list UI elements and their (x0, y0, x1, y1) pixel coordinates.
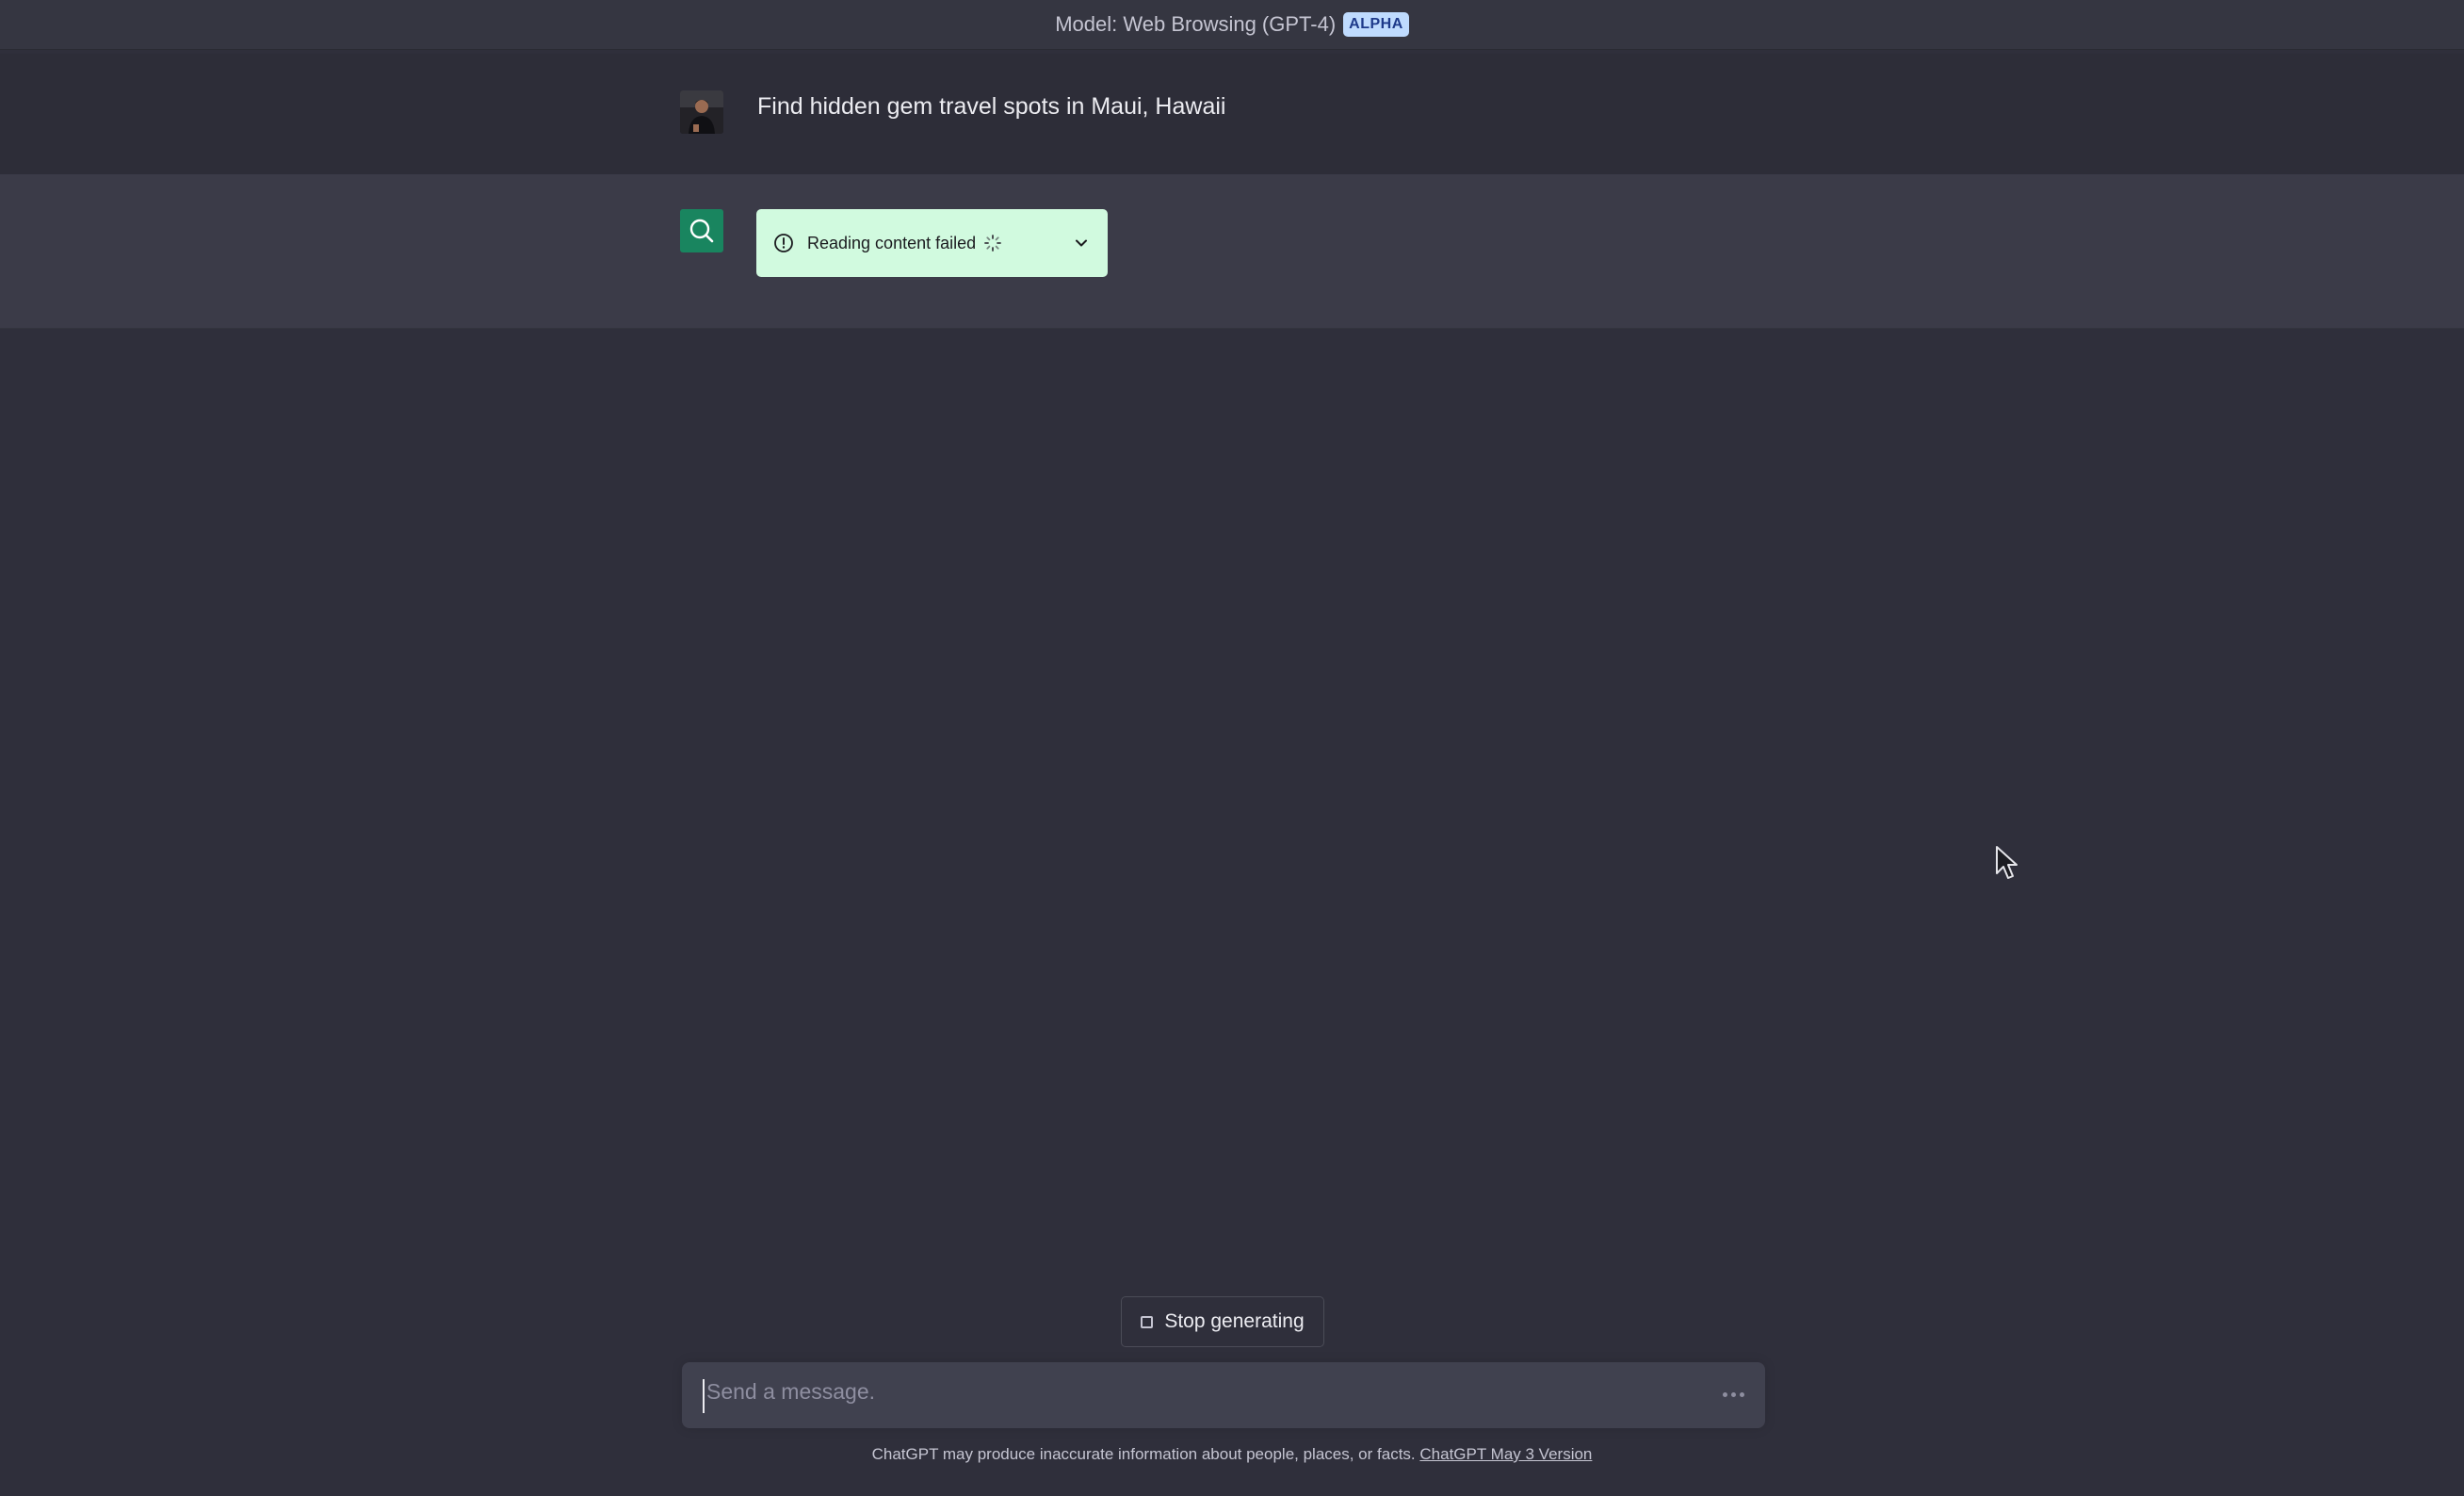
user-avatar (680, 90, 723, 134)
stop-generating-button[interactable]: Stop generating (1121, 1296, 1324, 1347)
assistant-message-row: Reading content failed (0, 174, 2464, 329)
mouse-pointer-icon (1995, 845, 2019, 886)
user-message-text: Find hidden gem travel spots in Maui, Ha… (757, 93, 1226, 120)
assistant-avatar (680, 209, 723, 252)
browsing-status-toggle[interactable]: Reading content failed (756, 209, 1108, 277)
stop-generating-label: Stop generating (1164, 1310, 1305, 1332)
loading-spinner-icon (983, 234, 1002, 252)
message-composer (682, 1362, 1765, 1428)
message-input[interactable] (703, 1379, 1705, 1413)
browsing-status-label: Reading content failed (807, 233, 977, 252)
footer-disclaimer: ChatGPT may produce inaccurate informati… (0, 1445, 2464, 1464)
user-avatar-photo (680, 90, 723, 134)
version-link[interactable]: ChatGPT May 3 Version (1419, 1445, 1592, 1463)
stop-icon (1141, 1315, 1154, 1328)
model-bar: Model: Web Browsing (GPT-4) ALPHA (0, 0, 2464, 50)
model-label: Model: Web Browsing (GPT-4) (1055, 12, 1337, 36)
alert-circle-icon (774, 234, 793, 252)
alpha-badge: ALPHA (1343, 12, 1409, 37)
user-message-row: Find hidden gem travel spots in Maui, Ha… (0, 54, 2464, 174)
disclaimer-text: ChatGPT may produce inaccurate informati… (871, 1445, 1416, 1463)
chat-window: Model: Web Browsing (GPT-4) ALPHA Find h… (0, 0, 2464, 1496)
more-horizontal-icon (1723, 1392, 1744, 1397)
search-icon (689, 219, 714, 243)
chevron-down-icon[interactable] (1072, 234, 1091, 252)
